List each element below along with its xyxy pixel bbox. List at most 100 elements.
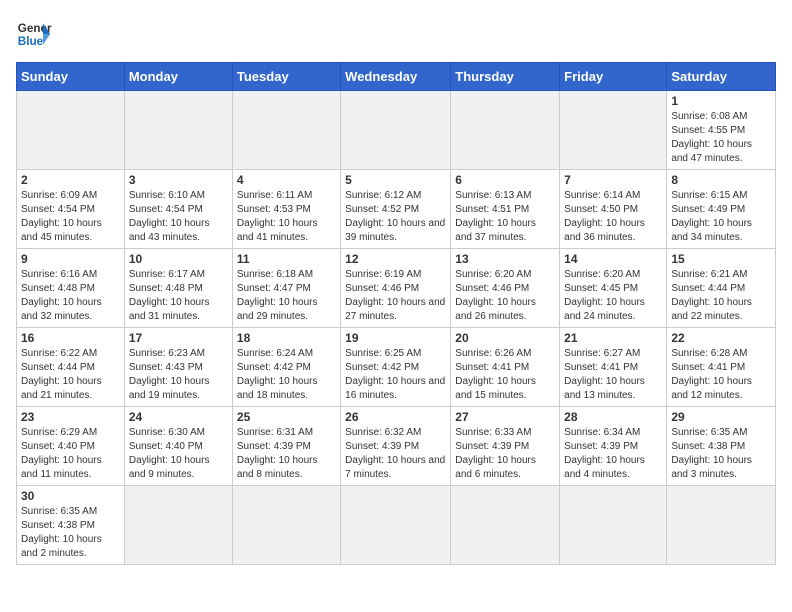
day-number: 20 — [455, 331, 555, 345]
day-info: Sunrise: 6:27 AM Sunset: 4:41 PM Dayligh… — [564, 347, 662, 403]
day-info: Sunrise: 6:26 AM Sunset: 4:41 PM Dayligh… — [455, 347, 555, 403]
calendar-cell: 7 Sunrise: 6:14 AM Sunset: 4:50 PM Daylig… — [560, 170, 667, 249]
day-number: 19 — [345, 331, 446, 345]
calendar-cell: 28Sunrise: 6:34 AM Sunset: 4:39 PM Dayli… — [560, 407, 667, 486]
day-info: Sunrise: 6:20 AM Sunset: 4:46 PM Dayligh… — [455, 268, 555, 324]
calendar-cell: 18Sunrise: 6:24 AM Sunset: 4:42 PM Dayli… — [232, 328, 340, 407]
day-info: Sunrise: 6:28 AM Sunset: 4:41 PM Dayligh… — [671, 347, 771, 403]
calendar-cell: 26Sunrise: 6:32 AM Sunset: 4:39 PM Dayli… — [341, 407, 451, 486]
day-info: Sunrise: 6:15 AM Sunset: 4:49 PM Dayligh… — [671, 189, 771, 245]
week-row-6: 30Sunrise: 6:35 AM Sunset: 4:38 PM Dayli… — [17, 486, 776, 565]
day-number: 14 — [564, 252, 662, 266]
day-number: 27 — [455, 410, 555, 424]
calendar-cell: 27Sunrise: 6:33 AM Sunset: 4:39 PM Dayli… — [451, 407, 560, 486]
day-info: Sunrise: 6:23 AM Sunset: 4:43 PM Dayligh… — [129, 347, 228, 403]
day-number: 17 — [129, 331, 228, 345]
day-info: Sunrise: 6:34 AM Sunset: 4:39 PM Dayligh… — [564, 426, 662, 482]
svg-text:Blue: Blue — [18, 35, 44, 48]
calendar-cell — [667, 486, 776, 565]
calendar-cell: 4 Sunrise: 6:11 AM Sunset: 4:53 PM Daylig… — [232, 170, 340, 249]
calendar-cell: 19Sunrise: 6:25 AM Sunset: 4:42 PM Dayli… — [341, 328, 451, 407]
day-number: 11 — [237, 252, 336, 266]
weekday-header-friday: Friday — [560, 63, 667, 91]
day-info: Sunrise: 6:21 AM Sunset: 4:44 PM Dayligh… — [671, 268, 771, 324]
calendar-cell: 8 Sunrise: 6:15 AM Sunset: 4:49 PM Daylig… — [667, 170, 776, 249]
day-number: 26 — [345, 410, 446, 424]
day-number: 13 — [455, 252, 555, 266]
day-number: 29 — [671, 410, 771, 424]
day-info: Sunrise: 6:19 AM Sunset: 4:46 PM Dayligh… — [345, 268, 446, 324]
day-info: Sunrise: 6:20 AM Sunset: 4:45 PM Dayligh… — [564, 268, 662, 324]
day-number: 16 — [21, 331, 120, 345]
day-number: 7 — [564, 173, 662, 187]
calendar-cell: 21 Sunrise: 6:27 AM Sunset: 4:41 PM Dayli… — [560, 328, 667, 407]
calendar-cell — [341, 91, 451, 170]
day-number: 6 — [455, 173, 555, 187]
calendar-cell — [341, 486, 451, 565]
weekday-header-saturday: Saturday — [667, 63, 776, 91]
page-header: General Blue — [16, 16, 776, 52]
day-number: 24 — [129, 410, 228, 424]
calendar-cell: 17 Sunrise: 6:23 AM Sunset: 4:43 PM Dayli… — [124, 328, 232, 407]
calendar-cell: 16 Sunrise: 6:22 AM Sunset: 4:44 PM Dayli… — [17, 328, 125, 407]
day-info: Sunrise: 6:18 AM Sunset: 4:47 PM Dayligh… — [237, 268, 336, 324]
day-info: Sunrise: 6:17 AM Sunset: 4:48 PM Dayligh… — [129, 268, 228, 324]
day-number: 15 — [671, 252, 771, 266]
calendar-cell — [124, 486, 232, 565]
day-number: 12 — [345, 252, 446, 266]
day-info: Sunrise: 6:11 AM Sunset: 4:53 PM Dayligh… — [237, 189, 336, 245]
day-info: Sunrise: 6:08 AM Sunset: 4:55 PM Dayligh… — [671, 110, 771, 166]
day-number: 2 — [21, 173, 120, 187]
day-number: 23 — [21, 410, 120, 424]
weekday-header-monday: Monday — [124, 63, 232, 91]
calendar-cell: 10 Sunrise: 6:17 AM Sunset: 4:48 PM Dayli… — [124, 249, 232, 328]
day-info: Sunrise: 6:13 AM Sunset: 4:51 PM Dayligh… — [455, 189, 555, 245]
day-number: 5 — [345, 173, 446, 187]
calendar-cell — [232, 91, 340, 170]
calendar-table: SundayMondayTuesdayWednesdayThursdayFrid… — [16, 62, 776, 565]
calendar-cell: 5Sunrise: 6:12 AM Sunset: 4:52 PM Daylig… — [341, 170, 451, 249]
day-number: 8 — [671, 173, 771, 187]
day-number: 3 — [129, 173, 228, 187]
calendar-cell: 29 Sunrise: 6:35 AM Sunset: 4:38 PM Dayli… — [667, 407, 776, 486]
week-row-1: 1 Sunrise: 6:08 AM Sunset: 4:55 PM Daylig… — [17, 91, 776, 170]
day-number: 22 — [671, 331, 771, 345]
weekday-header-sunday: Sunday — [17, 63, 125, 91]
day-info: Sunrise: 6:24 AM Sunset: 4:42 PM Dayligh… — [237, 347, 336, 403]
calendar-cell: 25Sunrise: 6:31 AM Sunset: 4:39 PM Dayli… — [232, 407, 340, 486]
day-info: Sunrise: 6:22 AM Sunset: 4:44 PM Dayligh… — [21, 347, 120, 403]
calendar-cell: 23 Sunrise: 6:29 AM Sunset: 4:40 PM Dayli… — [17, 407, 125, 486]
calendar-cell — [17, 91, 125, 170]
day-number: 21 — [564, 331, 662, 345]
day-number: 1 — [671, 94, 771, 108]
calendar-cell: 3Sunrise: 6:10 AM Sunset: 4:54 PM Daylig… — [124, 170, 232, 249]
calendar-cell: 2 Sunrise: 6:09 AM Sunset: 4:54 PM Daylig… — [17, 170, 125, 249]
weekday-header-tuesday: Tuesday — [232, 63, 340, 91]
day-info: Sunrise: 6:29 AM Sunset: 4:40 PM Dayligh… — [21, 426, 120, 482]
calendar-cell: 20 Sunrise: 6:26 AM Sunset: 4:41 PM Dayli… — [451, 328, 560, 407]
day-info: Sunrise: 6:31 AM Sunset: 4:39 PM Dayligh… — [237, 426, 336, 482]
day-info: Sunrise: 6:35 AM Sunset: 4:38 PM Dayligh… — [671, 426, 771, 482]
calendar-cell — [451, 91, 560, 170]
calendar-cell: 12 Sunrise: 6:19 AM Sunset: 4:46 PM Dayli… — [341, 249, 451, 328]
weekday-header-wednesday: Wednesday — [341, 63, 451, 91]
calendar-cell: 22 Sunrise: 6:28 AM Sunset: 4:41 PM Dayli… — [667, 328, 776, 407]
day-info: Sunrise: 6:30 AM Sunset: 4:40 PM Dayligh… — [129, 426, 228, 482]
calendar-cell: 13 Sunrise: 6:20 AM Sunset: 4:46 PM Dayli… — [451, 249, 560, 328]
day-info: Sunrise: 6:14 AM Sunset: 4:50 PM Dayligh… — [564, 189, 662, 245]
calendar-cell — [124, 91, 232, 170]
day-number: 30 — [21, 489, 120, 503]
calendar-cell — [232, 486, 340, 565]
day-info: Sunrise: 6:16 AM Sunset: 4:48 PM Dayligh… — [21, 268, 120, 324]
day-number: 4 — [237, 173, 336, 187]
week-row-2: 2 Sunrise: 6:09 AM Sunset: 4:54 PM Daylig… — [17, 170, 776, 249]
day-number: 9 — [21, 252, 120, 266]
calendar-cell: 11 Sunrise: 6:18 AM Sunset: 4:47 PM Dayli… — [232, 249, 340, 328]
day-number: 10 — [129, 252, 228, 266]
calendar-cell — [451, 486, 560, 565]
week-row-4: 16 Sunrise: 6:22 AM Sunset: 4:44 PM Dayli… — [17, 328, 776, 407]
calendar-cell — [560, 486, 667, 565]
day-info: Sunrise: 6:09 AM Sunset: 4:54 PM Dayligh… — [21, 189, 120, 245]
calendar-cell — [560, 91, 667, 170]
logo-icon: General Blue — [16, 16, 52, 52]
